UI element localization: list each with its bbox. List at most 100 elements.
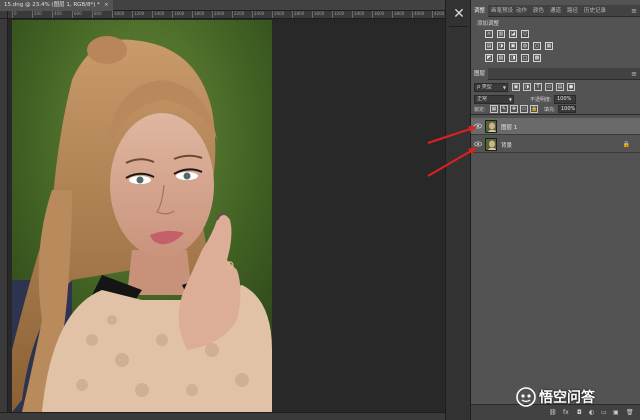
lock-label: 锁定:: [474, 107, 486, 113]
ruler-tick: 4200: [432, 11, 444, 18]
document-tab[interactable]: 15.dng @ 23.4% (图层 1, RGB/8*) * ×: [0, 0, 113, 11]
lock-all-icon[interactable]: 🔒: [530, 105, 538, 113]
trash-icon[interactable]: 🗑: [626, 409, 634, 416]
filter-type-icon[interactable]: T: [534, 83, 542, 91]
new-layer-icon[interactable]: ▣: [613, 409, 619, 416]
ruler-tick: 3400: [352, 11, 364, 18]
gradient-map-icon[interactable]: ◻: [521, 54, 529, 62]
lock-icon: 🔒: [622, 141, 630, 148]
vertical-ruler: [0, 19, 8, 412]
thumbnail-image: [486, 121, 496, 132]
tab-paths[interactable]: 路径: [564, 5, 581, 17]
threshold-icon[interactable]: ◨: [509, 54, 517, 62]
layer-row-layer-1[interactable]: 图层 1: [471, 118, 640, 135]
ruler-tick: 0: [12, 11, 17, 18]
black-white-icon[interactable]: ▣: [509, 42, 517, 50]
ruler-tick: 600: [72, 11, 82, 18]
ruler-corner: [0, 11, 8, 19]
levels-icon[interactable]: ▥: [497, 30, 505, 38]
layers-menu-icon[interactable]: ≡: [631, 68, 637, 80]
right-panel-dock: 调整 画笔预设 动作 颜色 通道 路径 历史记录 ≡ 添加调整 ☼ ▥ ◪ ▽ …: [471, 0, 640, 420]
ruler-tick: 2400: [252, 11, 264, 18]
ruler-tick: 2000: [212, 11, 224, 18]
layers-list: 图层 1 背景 🔒: [471, 114, 640, 404]
layer-style-icon[interactable]: fx: [563, 409, 569, 416]
chevron-down-icon: ▼: [508, 97, 512, 102]
tab-actions[interactable]: 动作: [513, 5, 530, 17]
layer-row-background[interactable]: 背景 🔒: [471, 136, 640, 153]
layer-filter-value: ρ 类型: [477, 84, 492, 90]
tab-channels[interactable]: 通道: [547, 5, 564, 17]
strip-divider: [449, 26, 468, 27]
fill-field[interactable]: 100%: [558, 105, 576, 113]
portrait-image: [12, 20, 272, 412]
tab-layers[interactable]: 图层: [471, 68, 489, 80]
color-balance-icon[interactable]: ◑: [497, 42, 505, 50]
filter-toggle-icon[interactable]: ●: [567, 83, 575, 91]
ruler-tick: 3200: [332, 11, 344, 18]
collapsed-panel-strip: ✕: [445, 0, 471, 420]
filter-shape-icon[interactable]: ▭: [545, 83, 553, 91]
adjustment-panel-tabs: 调整 画笔预设 动作 颜色 通道 路径 历史记录 ≡: [471, 5, 640, 17]
eye-icon[interactable]: [474, 123, 482, 129]
adjustments-title: 添加调整: [477, 21, 500, 27]
canvas-area[interactable]: [9, 20, 445, 412]
ruler-tick: 3600: [372, 11, 384, 18]
document-tab-bar: 15.dng @ 23.4% (图层 1, RGB/8*) * ×: [0, 0, 445, 11]
new-adjustment-layer-icon[interactable]: ◐: [589, 409, 594, 416]
layer-name: 背景: [501, 143, 513, 149]
watermark-text: 悟空问答: [539, 390, 595, 406]
wukong-logo-icon: [516, 387, 536, 407]
tab-adjustments[interactable]: 调整: [471, 5, 489, 17]
layer-filter-select[interactable]: ρ 类型 ▼: [474, 83, 508, 92]
tab-brush-presets[interactable]: 画笔预设: [488, 5, 516, 17]
portrait-photo[interactable]: [12, 20, 272, 412]
ruler-tick: 1600: [172, 11, 184, 18]
ruler-tick: 1400: [152, 11, 164, 18]
ruler-tick: 800: [92, 11, 102, 18]
tab-color[interactable]: 颜色: [530, 5, 547, 17]
eye-icon[interactable]: [474, 141, 482, 147]
horizontal-ruler: 0 200 400 600 800 1000 1200 1400 1600 1800 2000 220…: [8, 11, 445, 19]
selective-color-icon[interactable]: ▩: [533, 54, 541, 62]
color-lookup-icon[interactable]: ▦: [545, 42, 553, 50]
posterize-icon[interactable]: ▧: [497, 54, 505, 62]
ruler-tick: 1800: [192, 11, 204, 18]
brightness-icon[interactable]: ☼: [485, 30, 493, 38]
curves-icon[interactable]: ◪: [509, 30, 517, 38]
ruler-tick: 3000: [312, 11, 324, 18]
close-icon[interactable]: ✕: [451, 6, 467, 22]
lock-image-icon[interactable]: ✎: [500, 105, 508, 113]
add-mask-icon[interactable]: ◘: [577, 409, 582, 416]
ruler-tick: 1000: [112, 11, 124, 18]
filter-pixel-icon[interactable]: ▣: [512, 83, 520, 91]
ruler-tick: 4000: [412, 11, 424, 18]
tab-close-icon[interactable]: ×: [104, 2, 109, 8]
filter-smart-object-icon[interactable]: ▤: [556, 83, 564, 91]
watermark: 悟空问答: [516, 386, 595, 408]
hue-saturation-icon[interactable]: ▤: [485, 42, 493, 50]
channel-mixer-icon[interactable]: ○: [533, 42, 541, 50]
fill-label: 填充:: [544, 107, 556, 113]
link-layers-icon[interactable]: ⛓: [549, 409, 557, 416]
photo-filter-icon[interactable]: ◍: [521, 42, 529, 50]
vibrance-icon[interactable]: ▽: [521, 30, 529, 38]
new-group-icon[interactable]: ▭: [601, 409, 607, 416]
invert-icon[interactable]: ◩: [485, 54, 493, 62]
chevron-down-icon: ▼: [502, 85, 506, 90]
lock-artboard-icon[interactable]: ▭: [520, 105, 528, 113]
status-bar: [0, 412, 445, 420]
lock-position-icon[interactable]: ✥: [510, 105, 518, 113]
layer-name: 图层 1: [501, 125, 518, 131]
tab-history[interactable]: 历史记录: [581, 5, 609, 17]
panel-menu-icon[interactable]: ≡: [631, 5, 637, 17]
layers-panel-tabs: 图层 ≡: [471, 68, 640, 80]
lock-transparent-icon[interactable]: ▦: [490, 105, 498, 113]
ruler-tick: 400: [52, 11, 62, 18]
ruler-tick: 2200: [232, 11, 244, 18]
filter-adjustment-icon[interactable]: ◑: [523, 83, 531, 91]
opacity-field[interactable]: 100%: [554, 95, 576, 104]
opacity-label: 不透明度:: [530, 97, 552, 103]
ruler-tick: 200: [32, 11, 42, 18]
blend-mode-select[interactable]: 正常 ▼: [474, 95, 514, 104]
